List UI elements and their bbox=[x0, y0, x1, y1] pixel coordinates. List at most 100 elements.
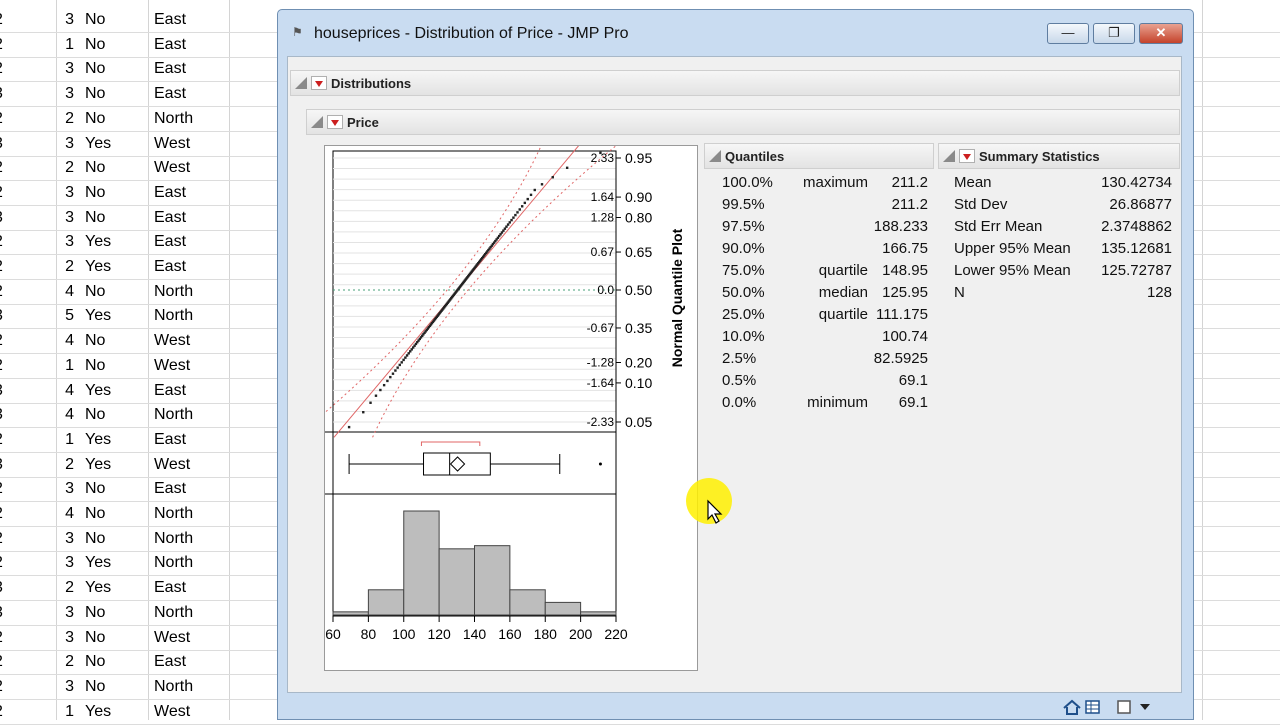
sheet-cell[interactable]: 2 bbox=[65, 258, 74, 276]
sheet-cell[interactable]: 2 bbox=[0, 332, 3, 350]
sheet-cell[interactable]: 2 bbox=[0, 431, 3, 449]
sheet-cell[interactable]: 3 bbox=[65, 678, 74, 696]
sheet-cell[interactable]: West bbox=[154, 456, 190, 474]
sheet-cell[interactable]: North bbox=[154, 406, 193, 424]
sheet-cell[interactable]: East bbox=[154, 11, 186, 29]
sheet-cell[interactable]: West bbox=[154, 135, 190, 153]
sheet-cell[interactable]: No bbox=[85, 653, 105, 671]
sheet-cell[interactable]: No bbox=[85, 184, 105, 202]
sheet-cell[interactable]: No bbox=[85, 60, 105, 78]
sheet-cell[interactable]: Yes bbox=[85, 135, 111, 153]
sheet-cell[interactable]: North bbox=[154, 554, 193, 572]
sheet-cell[interactable]: 2 bbox=[65, 159, 74, 177]
sheet-cell[interactable]: No bbox=[85, 85, 105, 103]
distributions-header[interactable]: Distributions bbox=[290, 70, 1180, 96]
sheet-cell[interactable]: 1 bbox=[65, 703, 74, 721]
sheet-cell[interactable]: 3 bbox=[0, 382, 3, 400]
sheet-cell[interactable]: 3 bbox=[65, 135, 74, 153]
sheet-cell[interactable]: Yes bbox=[85, 382, 111, 400]
sheet-cell[interactable]: North bbox=[154, 110, 193, 128]
sheet-cell[interactable]: East bbox=[154, 382, 186, 400]
sheet-cell[interactable]: No bbox=[85, 480, 105, 498]
sheet-cell[interactable]: 2 bbox=[0, 233, 3, 251]
chevron-down-icon[interactable] bbox=[1140, 704, 1150, 710]
sheet-cell[interactable]: 2 bbox=[0, 703, 3, 721]
sheet-cell[interactable]: East bbox=[154, 209, 186, 227]
sheet-cell[interactable]: 4 bbox=[65, 505, 74, 523]
sheet-cell[interactable]: West bbox=[154, 159, 190, 177]
sheet-cell[interactable]: Yes bbox=[85, 307, 111, 325]
sheet-cell[interactable]: 2 bbox=[0, 283, 3, 301]
sheet-cell[interactable]: No bbox=[85, 629, 105, 647]
sheet-cell[interactable]: No bbox=[85, 36, 105, 54]
sheet-cell[interactable]: 3 bbox=[65, 184, 74, 202]
sheet-cell[interactable]: 3 bbox=[0, 579, 3, 597]
sheet-cell[interactable]: 1 bbox=[65, 431, 74, 449]
sheet-cell[interactable]: East bbox=[154, 258, 186, 276]
sheet-cell[interactable]: 2 bbox=[65, 110, 74, 128]
sheet-cell[interactable]: 2 bbox=[65, 653, 74, 671]
sheet-cell[interactable]: North bbox=[154, 678, 193, 696]
sheet-cell[interactable]: No bbox=[85, 159, 105, 177]
home-icon[interactable] bbox=[1063, 699, 1081, 715]
sheet-cell[interactable]: 2 bbox=[0, 480, 3, 498]
sheet-cell[interactable]: 2 bbox=[0, 159, 3, 177]
sheet-cell[interactable]: 1 bbox=[65, 36, 74, 54]
minimize-button[interactable]: — bbox=[1047, 23, 1089, 44]
sheet-cell[interactable]: East bbox=[154, 85, 186, 103]
sheet-cell[interactable]: 2 bbox=[0, 505, 3, 523]
sheet-cell[interactable]: East bbox=[154, 233, 186, 251]
sheet-cell[interactable]: Yes bbox=[85, 554, 111, 572]
sheet-cell[interactable]: West bbox=[154, 629, 190, 647]
sheet-cell[interactable]: East bbox=[154, 480, 186, 498]
price-header[interactable]: Price bbox=[306, 109, 1180, 135]
price-menu-button[interactable] bbox=[327, 115, 343, 129]
sheet-cell[interactable]: 3 bbox=[65, 60, 74, 78]
sheet-cell[interactable]: 3 bbox=[0, 307, 3, 325]
sheet-cell[interactable]: No bbox=[85, 505, 105, 523]
window-titlebar[interactable]: ⚑ houseprices - Distribution of Price - … bbox=[278, 10, 1193, 56]
sheet-cell[interactable]: No bbox=[85, 283, 105, 301]
sheet-cell[interactable]: East bbox=[154, 579, 186, 597]
sheet-cell[interactable]: East bbox=[154, 653, 186, 671]
sheet-cell[interactable]: Yes bbox=[85, 456, 111, 474]
quantiles-header[interactable]: Quantiles bbox=[704, 143, 934, 169]
sheet-cell[interactable]: No bbox=[85, 11, 105, 29]
sheet-cell[interactable]: 2 bbox=[0, 530, 3, 548]
sheet-cell[interactable]: 2 bbox=[0, 678, 3, 696]
sheet-cell[interactable]: North bbox=[154, 604, 193, 622]
sheet-cell[interactable]: No bbox=[85, 209, 105, 227]
sheet-cell[interactable]: 4 bbox=[65, 406, 74, 424]
sheet-cell[interactable]: 3 bbox=[65, 629, 74, 647]
sheet-cell[interactable]: No bbox=[85, 604, 105, 622]
sheet-cell[interactable]: 5 bbox=[65, 307, 74, 325]
disclosure-icon[interactable] bbox=[311, 116, 323, 128]
sheet-cell[interactable]: 2 bbox=[0, 60, 3, 78]
sheet-cell[interactable]: North bbox=[154, 307, 193, 325]
sheet-cell[interactable]: 3 bbox=[65, 85, 74, 103]
sheet-cell[interactable]: No bbox=[85, 406, 105, 424]
disclosure-icon[interactable] bbox=[943, 150, 955, 162]
sheet-cell[interactable]: 4 bbox=[65, 332, 74, 350]
sheet-cell[interactable]: West bbox=[154, 332, 190, 350]
sheet-cell[interactable]: East bbox=[154, 36, 186, 54]
sheet-cell[interactable]: 3 bbox=[65, 604, 74, 622]
sheet-cell[interactable]: 2 bbox=[0, 357, 3, 375]
sheet-cell[interactable]: 2 bbox=[0, 554, 3, 572]
sheet-cell[interactable]: 3 bbox=[0, 209, 3, 227]
disclosure-icon[interactable] bbox=[709, 150, 721, 162]
sheet-cell[interactable]: East bbox=[154, 184, 186, 202]
sheet-cell[interactable]: Yes bbox=[85, 233, 111, 251]
sheet-cell[interactable]: West bbox=[154, 703, 190, 721]
sheet-cell[interactable]: 2 bbox=[0, 36, 3, 54]
sheet-cell[interactable]: West bbox=[154, 357, 190, 375]
sheet-cell[interactable]: 2 bbox=[65, 579, 74, 597]
sheet-cell[interactable]: North bbox=[154, 283, 193, 301]
sheet-cell[interactable]: East bbox=[154, 60, 186, 78]
sheet-cell[interactable]: 3 bbox=[0, 456, 3, 474]
sheet-cell[interactable]: Yes bbox=[85, 579, 111, 597]
sheet-cell[interactable]: 3 bbox=[0, 135, 3, 153]
sheet-cell[interactable]: Yes bbox=[85, 703, 111, 721]
sheet-cell[interactable]: 3 bbox=[65, 530, 74, 548]
summary-menu-button[interactable] bbox=[959, 149, 975, 163]
